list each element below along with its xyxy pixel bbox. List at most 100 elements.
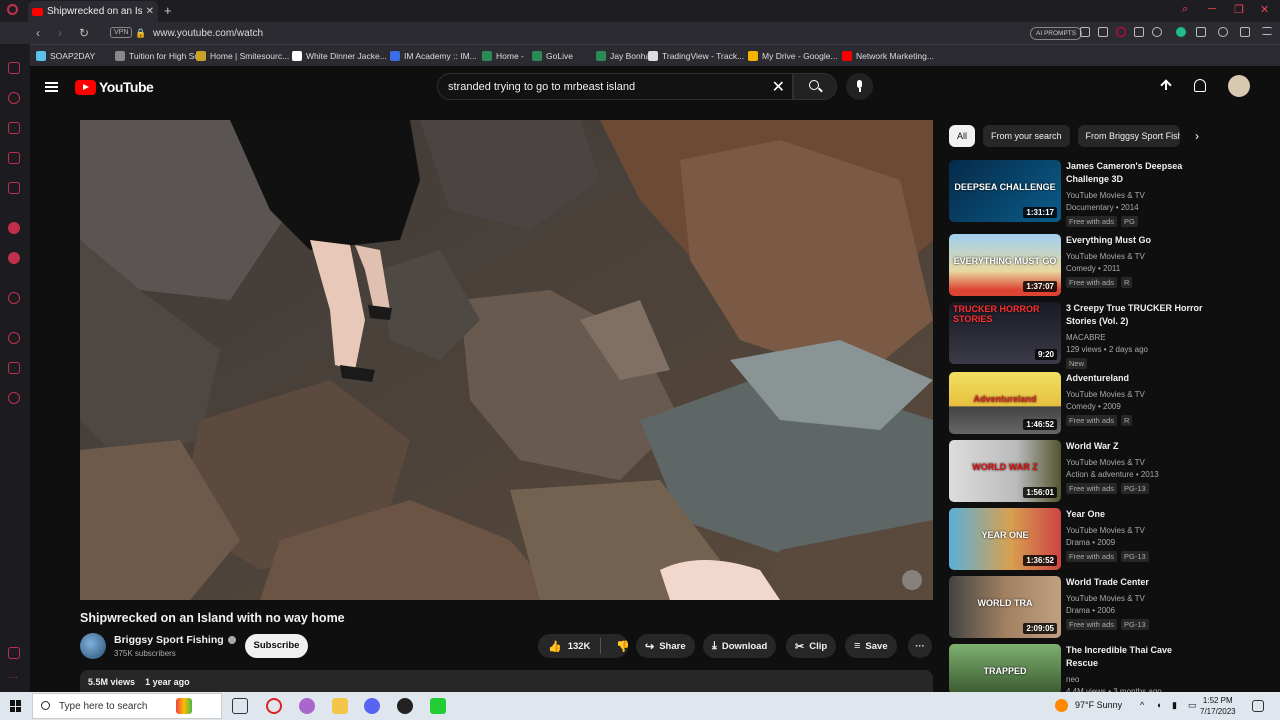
sidebar-box-icon[interactable] [8,647,20,659]
hamburger-menu-icon[interactable] [45,82,58,92]
close-window-icon[interactable]: ✕ [1260,3,1269,16]
tray-chevron-icon[interactable]: ^ [1140,700,1144,710]
browser-tab-active[interactable]: Shipwrecked on an Island ✕ [28,1,158,22]
channel-avatar[interactable] [80,633,106,659]
clear-search-icon[interactable]: ✕ [772,77,785,97]
recommended-channel[interactable]: YouTube Movies & TV [1066,190,1145,202]
menu-icon[interactable] [1262,27,1272,35]
recommended-video[interactable]: WORLD TRA 2:09:05 World Trade Center YouTub… [949,576,1249,640]
lock-icon[interactable]: 🔒 [135,28,146,39]
recommended-channel[interactable]: YouTube Movies & TV [1066,525,1145,537]
recommended-title[interactable]: World Trade Center [1066,576,1206,589]
video-thumbnail[interactable]: Adventureland 1:46:52 [949,372,1061,434]
search-input[interactable]: stranded trying to go to mrbeast island … [437,73,793,100]
search-highlight-icon[interactable] [176,698,192,714]
url-field[interactable]: www.youtube.com/watch [153,28,263,39]
bag-icon[interactable] [8,122,20,134]
speed-dial-icon[interactable] [8,62,20,74]
messenger-icon[interactable] [8,152,20,164]
channel-name[interactable]: Briggsy Sport Fishing [114,634,236,646]
video-thumbnail[interactable]: YEAR ONE 1:36:52 [949,508,1061,570]
bookmark-item[interactable]: GoLive [532,51,573,61]
forward-icon[interactable]: › [58,26,62,40]
heart-icon[interactable] [1152,27,1162,37]
recommended-video[interactable]: DEEPSEA CHALLENGE 1:31:17 James Cameron's … [949,160,1249,227]
recommended-title[interactable]: The Incredible Thai Cave Rescue [1066,644,1206,670]
voice-search-icon[interactable] [846,73,873,100]
messenger-app-icon[interactable] [8,222,20,234]
close-tab-icon[interactable]: ✕ [146,6,154,17]
recommended-channel[interactable]: YouTube Movies & TV [1066,389,1145,401]
video-thumbnail[interactable]: WORLD WAR Z 1:56:01 [949,440,1061,502]
discord-icon[interactable] [364,698,380,714]
network-icon[interactable]: ▭ [1188,700,1197,711]
upload-icon[interactable] [1160,80,1172,93]
chip-from-your-search[interactable]: From your search [983,125,1070,147]
clip-button[interactable]: ✂ Clip [786,634,837,658]
save-button[interactable]: ≡ Save [845,634,897,658]
bookmark-item[interactable]: Home | Smitesourc... [196,51,289,61]
subscribe-button[interactable]: Subscribe [245,634,308,658]
windows-start-icon[interactable] [10,700,22,712]
volume-icon[interactable]: ◖ [1156,700,1161,710]
recommended-video[interactable]: EVERYTHING MUST GO 1:37:07 Everything Must… [949,234,1249,298]
taskbar-clock[interactable]: 1:52 PM 7/17/2023 [1200,695,1236,717]
profile-icon[interactable] [1218,27,1228,37]
back-icon[interactable]: ‹ [36,26,40,40]
video-thumbnail[interactable]: EVERYTHING MUST GO 1:37:07 [949,234,1061,296]
recommended-channel[interactable]: YouTube Movies & TV [1066,251,1145,263]
reload-icon[interactable]: ↻ [79,26,89,40]
minimize-icon[interactable]: ─ [1208,3,1216,15]
android-app-icon[interactable] [430,698,446,714]
video-thumbnail[interactable]: DEEPSEA CHALLENGE 1:31:17 [949,160,1061,222]
recommended-channel[interactable]: MACABRE [1066,332,1106,344]
recommended-title[interactable]: Year One [1066,508,1206,521]
recommended-title[interactable]: Adventureland [1066,372,1206,385]
weather-text[interactable]: 97°F Sunny [1075,700,1122,710]
telegram-icon[interactable] [8,252,20,264]
recommended-title[interactable]: 3 Creepy True TRUCKER Horror Stories (Vo… [1066,302,1206,328]
camera-icon[interactable] [1098,27,1108,37]
chip-from-channel[interactable]: From Briggsy Sport Fish [1077,125,1180,147]
chips-next-icon[interactable]: › [1195,129,1199,143]
video-player[interactable] [80,120,933,600]
bookmark-item[interactable]: My Drive - Google... [748,51,838,61]
extensions-icon[interactable] [1196,27,1206,37]
bookmark-item[interactable]: Network Marketing... [842,51,934,61]
account-avatar[interactable] [1228,75,1250,97]
opera-logo-icon[interactable] [7,4,18,15]
send-icon[interactable] [1134,27,1144,37]
recommended-channel[interactable]: YouTube Movies & TV [1066,457,1145,469]
recommended-channel[interactable]: neo [1066,674,1079,686]
mic-tray-icon[interactable]: ▮ [1172,700,1177,711]
recommended-video[interactable]: WORLD WAR Z 1:56:01 World War Z YouTube Mov… [949,440,1249,504]
app-dark-icon[interactable] [397,698,413,714]
cube-icon[interactable] [8,362,20,374]
news-icon[interactable] [8,182,20,194]
rocket-icon[interactable] [8,92,20,104]
video-thumbnail[interactable]: TRAPPED [949,644,1061,694]
bookmark-item[interactable]: White Dinner Jacke... [292,51,387,61]
notifications-bell-icon[interactable] [1194,79,1206,92]
opera-taskbar-icon[interactable] [266,698,282,714]
recommended-title[interactable]: James Cameron's Deepsea Challenge 3D [1066,160,1206,186]
bookmark-item[interactable]: IM Academy :: IM... [390,51,477,61]
download-button[interactable]: ⤓ Download [703,634,777,658]
bookmark-item[interactable]: Tuition for High Sc... [115,51,206,61]
vpn-badge[interactable]: VPN [110,27,133,38]
youtube-logo[interactable]: YouTube [75,79,154,95]
player-icon[interactable] [8,292,20,304]
settings-icon[interactable] [8,392,20,404]
weather-sun-icon[interactable] [1055,699,1068,712]
recommended-title[interactable]: World War Z [1066,440,1206,453]
new-tab-icon[interactable]: + [164,3,172,18]
file-explorer-icon[interactable] [332,698,348,714]
recommended-title[interactable]: Everything Must Go [1066,234,1206,247]
video-thumbnail[interactable]: TRUCKER HORROR STORIES 9:20 [949,302,1061,364]
record-icon[interactable] [1116,27,1126,37]
ai-prompts-button[interactable]: AI PROMPTS [1030,27,1083,40]
history-icon[interactable] [8,332,20,344]
like-button[interactable]: 👍 132K [538,638,602,654]
video-thumbnail[interactable]: WORLD TRA 2:09:05 [949,576,1061,638]
recommended-channel[interactable]: YouTube Movies & TV [1066,593,1145,605]
